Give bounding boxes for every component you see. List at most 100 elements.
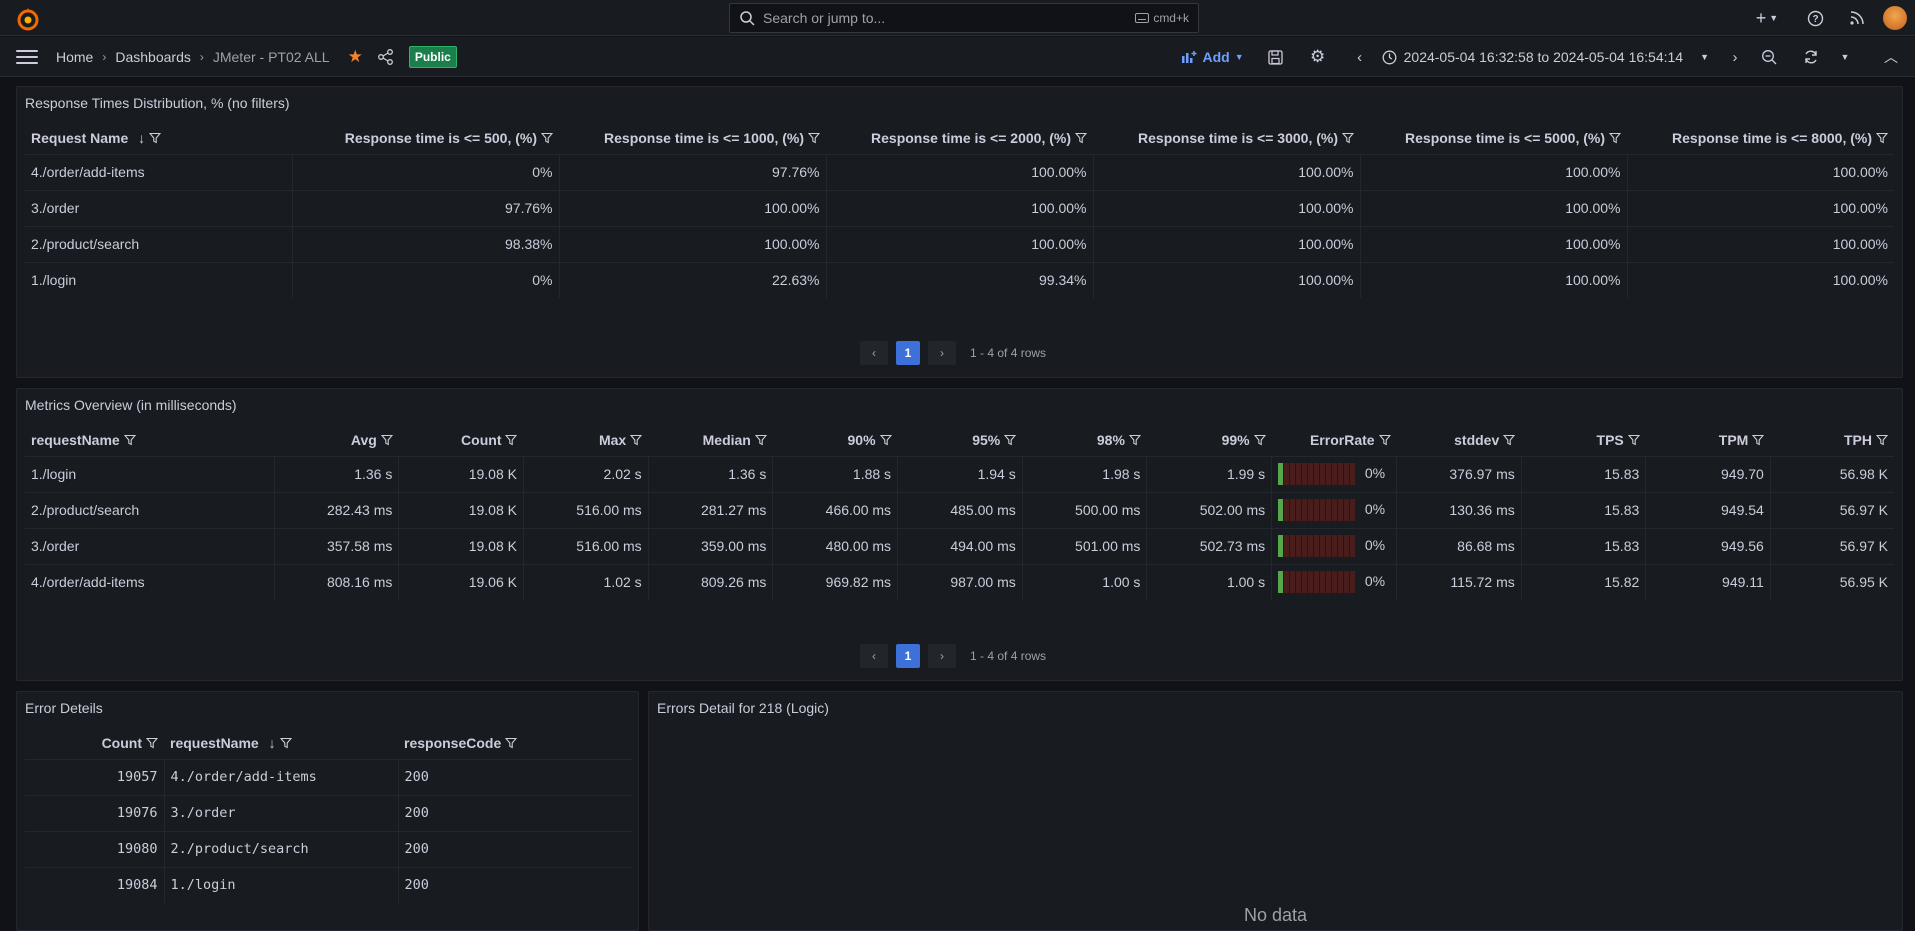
filter-icon[interactable] — [149, 132, 162, 144]
column-header[interactable]: Response time is <= 8000, (%) — [1627, 123, 1894, 155]
column-header[interactable]: requestName — [25, 425, 275, 457]
table-cell: 516.00 ms — [522, 528, 649, 565]
table-cell: 100.00% — [1092, 154, 1360, 191]
next-page-button[interactable]: › — [928, 644, 956, 668]
table-cell: 19084 — [116, 877, 158, 894]
filter-icon[interactable] — [630, 434, 643, 446]
breadcrumb-home[interactable]: Home — [56, 49, 93, 65]
time-back-button[interactable]: ‹ — [1350, 47, 1370, 67]
page-button[interactable]: 1 — [896, 341, 920, 365]
column-header[interactable]: 90% — [772, 425, 898, 457]
grafana-logo-icon[interactable] — [16, 7, 40, 31]
refresh-button[interactable] — [1801, 47, 1821, 67]
filter-icon[interactable] — [380, 434, 393, 446]
error-rate-gauge — [1278, 499, 1356, 521]
refresh-interval-button[interactable]: ▼ — [1835, 47, 1855, 67]
filter-icon[interactable] — [1503, 434, 1516, 446]
column-header[interactable]: responseCode — [398, 728, 632, 760]
table-cell: 357.58 ms — [273, 528, 399, 565]
table-cell: 0% — [1271, 492, 1397, 529]
new-menu-button[interactable]: + ▼ — [1749, 6, 1785, 30]
filter-icon[interactable] — [754, 434, 767, 446]
gauge-segment — [1332, 535, 1338, 557]
table-cell: 100.00% — [1092, 226, 1360, 263]
filter-icon[interactable] — [1752, 434, 1765, 446]
share-icon[interactable] — [377, 48, 395, 66]
filter-icon[interactable] — [1876, 132, 1888, 144]
time-forward-button[interactable]: › — [1725, 47, 1745, 67]
star-icon[interactable]: ★ — [348, 47, 363, 67]
column-header[interactable]: 95% — [897, 425, 1023, 457]
top-bar: Search or jump to... cmd+k + ▼ ? — [0, 0, 1915, 36]
column-header[interactable]: Max — [523, 425, 649, 457]
prev-page-button[interactable]: ‹ — [860, 644, 888, 668]
table-cell: 282.43 ms — [273, 492, 399, 529]
column-header[interactable]: Response time is <= 1000, (%) — [559, 123, 826, 155]
chevron-down-icon: ▼ — [1234, 52, 1244, 62]
filter-icon[interactable] — [1876, 434, 1888, 446]
column-header[interactable]: TPM — [1645, 425, 1771, 457]
filter-icon[interactable] — [505, 737, 518, 749]
column-header[interactable]: Response time is <= 5000, (%) — [1360, 123, 1627, 155]
zoom-out-button[interactable] — [1759, 47, 1779, 67]
header-label: Max — [598, 432, 627, 449]
filter-icon[interactable] — [541, 132, 553, 144]
table-cell: 19.08 K — [398, 492, 524, 529]
settings-button[interactable]: ⚙ — [1308, 47, 1328, 67]
column-header[interactable]: requestName ↓ — [164, 728, 398, 760]
gauge-segment — [1344, 535, 1350, 557]
filter-icon[interactable] — [1004, 434, 1017, 446]
gauge-segment — [1290, 499, 1296, 521]
column-header[interactable]: 99% — [1146, 425, 1272, 457]
filter-icon[interactable] — [1128, 434, 1141, 446]
table-row: 1./login 1.36 s 19.08 K 2.02 s 1.36 s 1.88 s1… — [25, 456, 1894, 493]
collapse-button[interactable]: ︿ — [1881, 47, 1901, 67]
column-header[interactable]: Response time is <= 3000, (%) — [1093, 123, 1360, 155]
column-header[interactable]: TPH — [1770, 425, 1894, 457]
time-picker[interactable]: 2024-05-04 16:32:58 to 2024-05-04 16:54:… — [1382, 49, 1709, 65]
column-header[interactable]: stddev — [1396, 425, 1522, 457]
column-header[interactable]: Count — [398, 425, 524, 457]
breadcrumb-dashboards[interactable]: Dashboards — [115, 49, 191, 65]
prev-page-button[interactable]: ‹ — [860, 341, 888, 365]
column-header[interactable]: Count — [25, 728, 164, 760]
avatar[interactable] — [1883, 6, 1907, 30]
table-cell: 3./order — [25, 528, 275, 565]
filter-icon[interactable] — [1609, 132, 1621, 144]
column-header[interactable]: TPS — [1521, 425, 1646, 457]
add-button[interactable]: Add ▼ — [1181, 49, 1244, 65]
news-button[interactable] — [1845, 6, 1869, 30]
next-page-button[interactable]: › — [928, 341, 956, 365]
table-cell: 2./product/search — [25, 492, 275, 529]
menu-icon[interactable] — [16, 46, 38, 68]
column-header[interactable]: 98% — [1022, 425, 1147, 457]
column-header[interactable]: Request Name ↓ — [25, 123, 292, 155]
page-button[interactable]: 1 — [896, 644, 920, 668]
filter-icon[interactable] — [123, 434, 136, 446]
filter-icon[interactable] — [1378, 434, 1391, 446]
filter-icon[interactable] — [1627, 434, 1640, 446]
help-button[interactable]: ? — [1803, 6, 1827, 30]
filter-icon[interactable] — [1253, 434, 1266, 446]
filter-icon[interactable] — [146, 737, 158, 749]
search-input[interactable]: Search or jump to... cmd+k — [729, 3, 1199, 33]
time-range-label: 2024-05-04 16:32:58 to 2024-05-04 16:54:… — [1403, 49, 1684, 65]
filter-icon[interactable] — [808, 132, 820, 144]
filter-icon[interactable] — [1342, 132, 1354, 144]
chevron-left-icon: ‹ — [872, 346, 876, 360]
header-label: Count — [101, 735, 142, 752]
filter-icon[interactable] — [279, 737, 292, 749]
refresh-icon — [1805, 50, 1817, 64]
column-header[interactable]: Response time is <= 500, (%) — [292, 123, 559, 155]
filter-icon[interactable] — [1075, 132, 1087, 144]
column-header[interactable]: Avg — [274, 425, 399, 457]
column-header[interactable]: Median — [648, 425, 773, 457]
save-button[interactable] — [1266, 47, 1286, 67]
column-header[interactable]: ErrorRate — [1271, 425, 1397, 457]
header-label: 99% — [1221, 432, 1250, 449]
table-cell: 100.00% — [1626, 190, 1894, 227]
filter-icon[interactable] — [879, 434, 892, 446]
column-header[interactable]: Response time is <= 2000, (%) — [826, 123, 1093, 155]
filter-icon[interactable] — [505, 434, 518, 446]
header-label: Response time is <= 8000, (%) — [1672, 130, 1872, 147]
